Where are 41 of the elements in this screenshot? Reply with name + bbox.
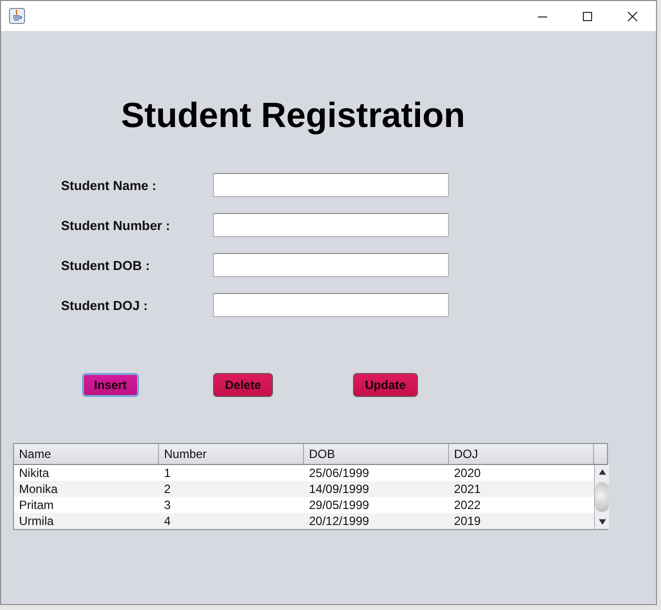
table-row[interactable]: Urmila 4 20/12/1999 2019 [14, 513, 594, 529]
column-header[interactable]: Name [14, 444, 159, 464]
action-button[interactable]: Insert [82, 373, 139, 397]
table-cell-text: 14/09/1999 [308, 481, 370, 497]
input-field[interactable] [213, 213, 449, 237]
scroll-thumb[interactable] [595, 482, 609, 512]
form-title: Student Registration [121, 96, 466, 136]
table-row[interactable]: Monika 2 14/09/1999 2021 [14, 481, 594, 497]
field-label: Student DOB : [61, 258, 151, 272]
action-button[interactable]: Update [353, 373, 418, 397]
input-field[interactable] [213, 293, 449, 317]
table-cell-text: Urmila [18, 513, 55, 529]
coffee-cup-icon [9, 8, 25, 24]
table-cell-text: 2021 [453, 481, 482, 497]
input-field[interactable] [213, 173, 449, 197]
table-cell-text: 20/12/1999 [308, 513, 370, 529]
table-cell-text: 2022 [453, 497, 482, 513]
scrollbar[interactable] [594, 465, 609, 529]
table-cell-text: 1 [163, 465, 172, 481]
table-cell-text: 29/05/1999 [308, 497, 370, 513]
column-header[interactable]: Number [159, 444, 304, 464]
table-cell-text: 4 [163, 513, 172, 529]
close-icon[interactable] [627, 10, 638, 22]
table-cell-text: 2020 [453, 465, 482, 481]
scroll-down-icon[interactable] [598, 518, 606, 526]
scroll-up-icon[interactable] [598, 468, 606, 476]
table-cell-text: 3 [163, 497, 172, 513]
table-cell-text: Nikita [18, 465, 50, 481]
table-cell-text: Monika [18, 481, 59, 497]
table-cell-text: 2019 [453, 513, 482, 529]
action-button[interactable]: Delete [213, 373, 274, 397]
field-label: Student Number : [61, 218, 172, 232]
field-label: Student DOJ : [61, 298, 149, 312]
table-cell-text: 2 [163, 481, 172, 497]
table-cell-text: Pritam [18, 497, 55, 513]
field-label: Student Name : [61, 178, 158, 192]
input-field[interactable] [213, 253, 449, 277]
column-header[interactable]: DOJ [449, 444, 594, 464]
column-header[interactable]: DOB [304, 444, 449, 464]
table-cell-text: 25/06/1999 [308, 465, 370, 481]
maximize-icon[interactable] [582, 10, 593, 22]
